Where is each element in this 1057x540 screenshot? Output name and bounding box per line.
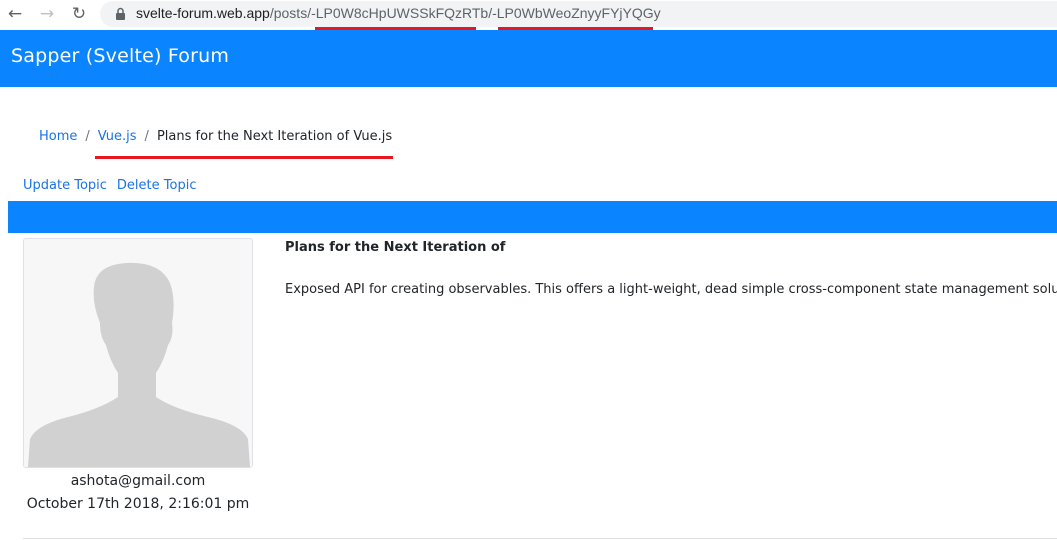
breadcrumb-highlight <box>95 156 393 159</box>
post-title: Plans for the Next Iteration of <box>285 240 506 255</box>
author-email: ashota@gmail.com <box>70 473 206 489</box>
address-bar[interactable]: svelte-forum.web.app/posts/-LP0W8cHpUWSS… <box>100 1 1057 27</box>
breadcrumb-separator: / <box>144 129 149 144</box>
url-text: svelte-forum.web.app/posts/-LP0W8cHpUWSS… <box>136 5 661 21</box>
reload-icon[interactable]: ↻ <box>68 3 90 25</box>
post-divider <box>23 538 1057 539</box>
breadcrumb-current: Plans for the Next Iteration of Vue.js <box>156 129 393 144</box>
delete-topic-link[interactable]: Delete Topic <box>117 178 197 193</box>
url-id-1: -LP0W8cHpUWSSkFQzRTb <box>311 5 489 21</box>
topic-actions: Update Topic Delete Topic <box>23 178 206 193</box>
breadcrumb: Home / Vue.js / Plans for the Next Iteration… <box>39 129 392 144</box>
url-host: svelte-forum.web.app <box>136 5 270 21</box>
post-body: Exposed API for creating observables. Th… <box>285 282 1057 297</box>
breadcrumb-separator: / <box>85 129 90 144</box>
lock-icon <box>116 7 125 20</box>
url-id-2: -LP0WbWeoZnyyFYjYQGy <box>492 5 661 21</box>
post-header-band <box>8 201 1057 233</box>
brand-title[interactable]: Sapper (Svelte) Forum <box>11 45 229 67</box>
forward-arrow-icon[interactable]: → <box>36 3 58 25</box>
default-user-silhouette-icon <box>24 239 252 467</box>
url-path-prefix: /posts/ <box>269 5 312 21</box>
breadcrumb-home-link[interactable]: Home <box>39 129 77 144</box>
update-topic-link[interactable]: Update Topic <box>23 178 107 193</box>
post-date: October 17th 2018, 2:16:01 pm <box>26 496 250 512</box>
back-arrow-icon[interactable]: ← <box>4 3 26 25</box>
avatar <box>23 238 253 468</box>
navbar: Sapper (Svelte) Forum <box>0 30 1057 87</box>
breadcrumb-category-link[interactable]: Vue.js <box>98 129 137 144</box>
